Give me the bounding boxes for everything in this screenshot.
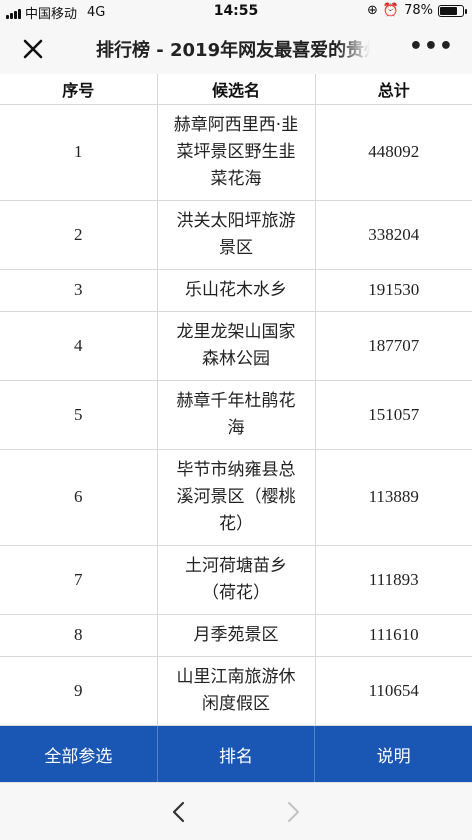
- rank-cell: 8: [0, 613, 158, 657]
- rank-cell: 9: [0, 655, 158, 726]
- total-cell: 191530: [314, 268, 472, 312]
- status-bar: 中国移动 4G 14:55 ⊕ ⏰ 78%: [0, 0, 472, 24]
- tab-ranking[interactable]: 排名: [158, 726, 316, 782]
- ranking-table-container[interactable]: 序号 候选名 总计 1 赫章阿西里西·韭菜坪景区野生韭菜花海 448092 2 洪关太阳…: [0, 74, 472, 726]
- close-icon: [23, 39, 43, 59]
- more-icon: •••: [408, 34, 454, 59]
- candidate-name-cell: 乐山花木水乡: [156, 268, 316, 312]
- table-row: 7 土河荷塘苗乡（荷花） 111893: [0, 544, 472, 615]
- total-cell: 187707: [314, 310, 472, 381]
- header-total: 总计: [314, 74, 472, 105]
- total-cell: 448092: [314, 103, 472, 201]
- table-row: 9 山里江南旅游休闲度假区 110654: [0, 655, 472, 726]
- rotation-lock-icon: ⊕: [367, 3, 378, 18]
- total-cell: 151057: [314, 379, 472, 450]
- candidate-name-cell: 土河荷塘苗乡（荷花）: [156, 544, 316, 615]
- total-cell: 111610: [314, 613, 472, 657]
- rank-cell: 6: [0, 448, 158, 546]
- rank-cell: 1: [0, 103, 158, 201]
- chevron-left-icon: [172, 801, 185, 823]
- rank-cell: 7: [0, 544, 158, 615]
- more-button[interactable]: •••: [408, 34, 454, 59]
- candidate-name-cell: 赫章千年杜鹃花海: [156, 379, 316, 450]
- table-header-row: 序号 候选名 总计: [0, 74, 472, 105]
- tab-all-candidates[interactable]: 全部参选: [0, 726, 158, 782]
- total-cell: 113889: [314, 448, 472, 546]
- battery-percent: 78%: [404, 3, 433, 18]
- browser-toolbar: [0, 782, 472, 840]
- rank-cell: 4: [0, 310, 158, 381]
- table-row: 4 龙里龙架山国家森林公园 187707: [0, 310, 472, 381]
- table-row: 8 月季苑景区 111610: [0, 613, 472, 657]
- candidate-name-cell: 龙里龙架山国家森林公园: [156, 310, 316, 381]
- table-row: 3 乐山花木水乡 191530: [0, 268, 472, 312]
- candidate-name-cell: 月季苑景区: [156, 613, 316, 657]
- battery-icon: [438, 4, 467, 17]
- candidate-name-cell: 山里江南旅游休闲度假区: [156, 655, 316, 726]
- page-title: 排行榜 - 2019年网友最喜爱的贵州: [96, 40, 370, 61]
- table-row: 5 赫章千年杜鹃花海 151057: [0, 379, 472, 450]
- table-row: 6 毕节市纳雍县总溪河景区（樱桃花） 113889: [0, 448, 472, 546]
- rank-cell: 5: [0, 379, 158, 450]
- back-button[interactable]: [166, 799, 192, 825]
- header-name: 候选名: [156, 74, 316, 105]
- bottom-tab-bar: 全部参选 排名 说明: [0, 726, 472, 782]
- total-cell: 111893: [314, 544, 472, 615]
- status-right: ⊕ ⏰ 78%: [367, 3, 467, 18]
- nav-bar: 排行榜 - 2019年网友最喜爱的贵州 •••: [0, 24, 472, 74]
- rank-cell: 3: [0, 268, 158, 312]
- ranking-table: 序号 候选名 总计 1 赫章阿西里西·韭菜坪景区野生韭菜花海 448092 2 洪关太阳…: [0, 74, 472, 726]
- candidate-name-cell: 毕节市纳雍县总溪河景区（樱桃花）: [156, 448, 316, 546]
- close-button[interactable]: [18, 34, 48, 64]
- candidate-name-cell: 赫章阿西里西·韭菜坪景区野生韭菜花海: [156, 103, 316, 201]
- tab-info[interactable]: 说明: [315, 726, 472, 782]
- rank-cell: 2: [0, 199, 158, 270]
- total-cell: 110654: [314, 655, 472, 726]
- alarm-icon: ⏰: [382, 3, 400, 18]
- forward-button[interactable]: [280, 799, 306, 825]
- total-cell: 338204: [314, 199, 472, 270]
- table-row: 1 赫章阿西里西·韭菜坪景区野生韭菜花海 448092: [0, 103, 472, 201]
- chevron-right-icon: [287, 801, 300, 823]
- candidate-name-cell: 洪关太阳坪旅游景区: [156, 199, 316, 270]
- header-rank: 序号: [0, 74, 158, 105]
- table-row: 2 洪关太阳坪旅游景区 338204: [0, 199, 472, 270]
